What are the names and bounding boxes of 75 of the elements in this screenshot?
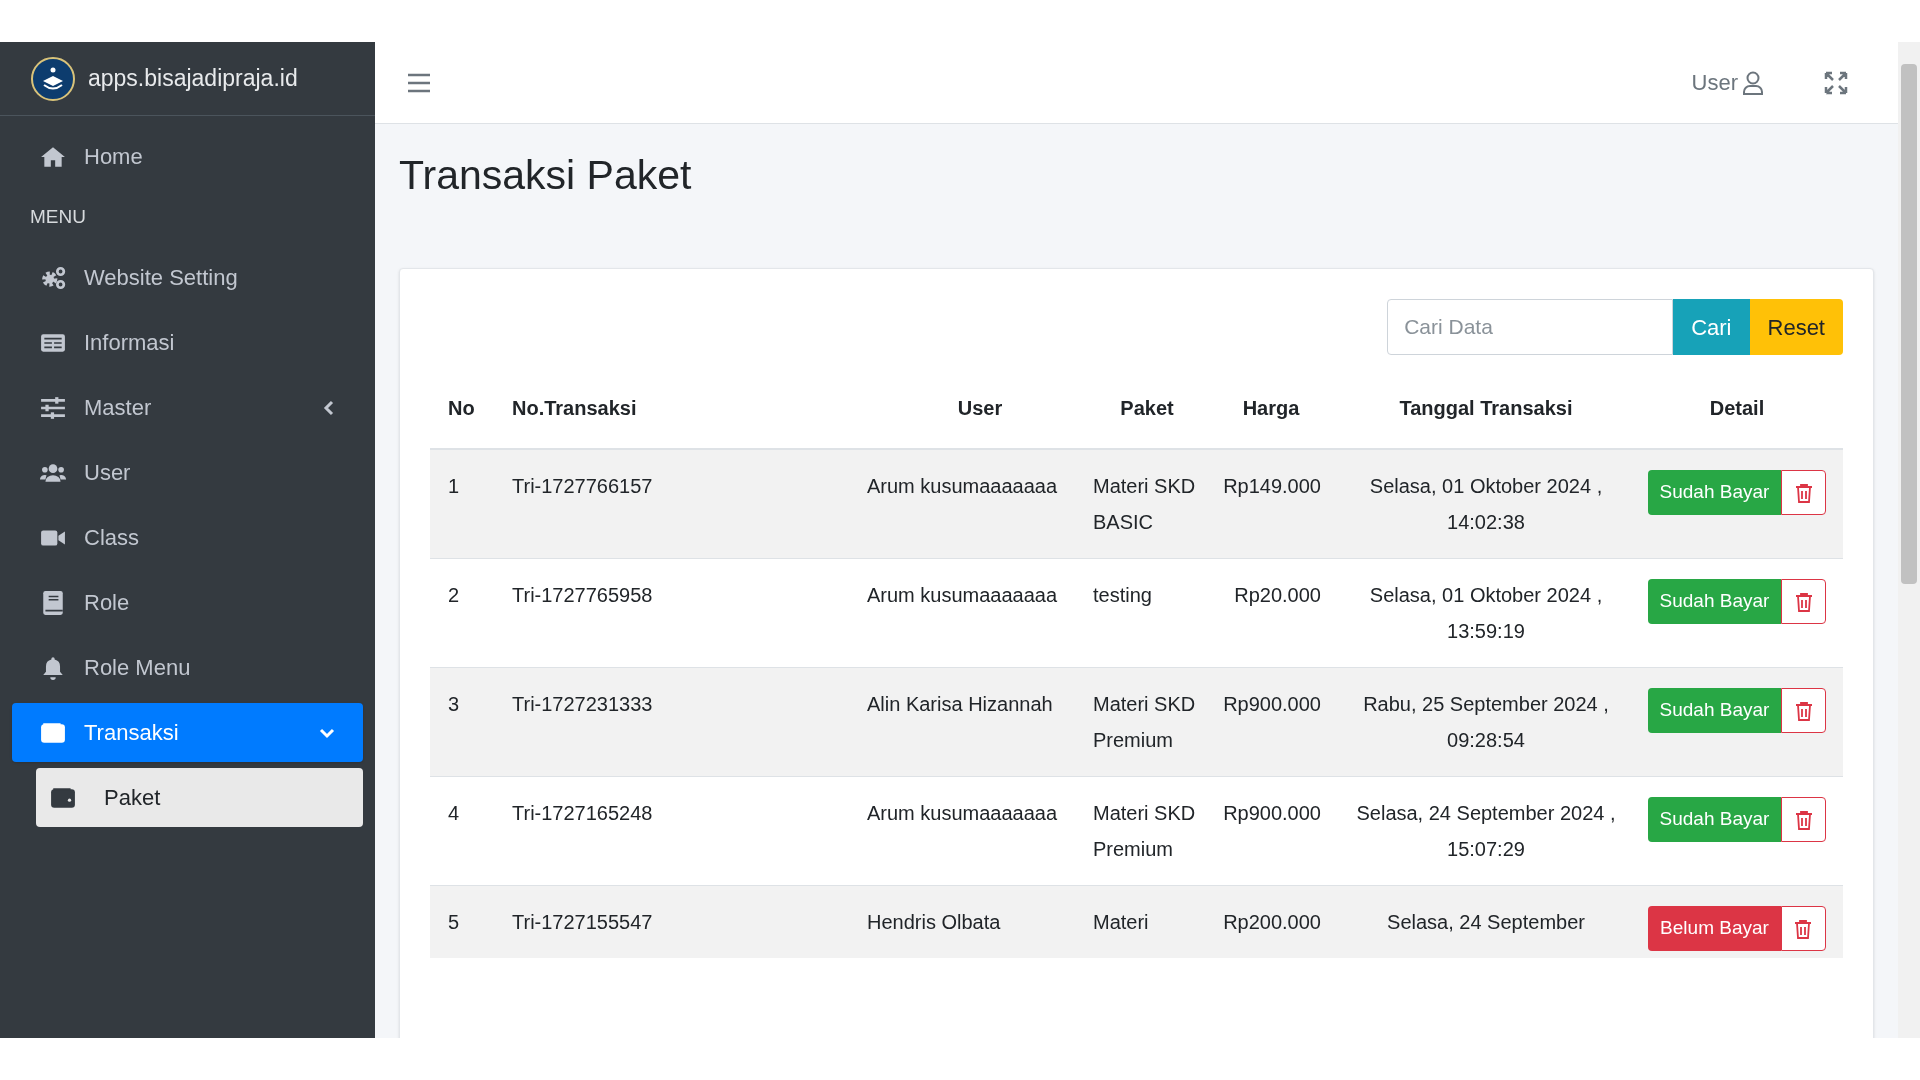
table-cell: Rp900.000 xyxy=(1223,802,1321,824)
table-cell: Selasa, 24 September 2024 , 15:07:29 xyxy=(1356,802,1616,860)
table-cell: Hendris Olbata xyxy=(867,911,1001,933)
table-cell: Rabu, 25 September 2024 , 09:28:54 xyxy=(1363,693,1609,751)
table-cell: Tri-1727155547 xyxy=(512,911,653,933)
table-cell: 4 xyxy=(448,802,460,824)
user-menu[interactable]: User xyxy=(1691,66,1738,99)
sidebar-item[interactable]: Website Setting xyxy=(12,248,363,307)
table-cell: 5 xyxy=(448,911,460,933)
table-cell: Rp200.000 xyxy=(1223,911,1321,933)
table-cell: Selasa, 01 Oktober 2024 , 14:02:38 xyxy=(1369,475,1603,533)
table-cell: Materi SKD BASIC xyxy=(1093,475,1196,533)
gears-icon xyxy=(40,264,66,291)
delete-button[interactable] xyxy=(1781,579,1827,624)
table-cell: Materi SKD Premium xyxy=(1093,693,1196,751)
sidebar-item[interactable]: Role Menu xyxy=(12,638,363,697)
table-cell: 1 xyxy=(448,475,460,497)
sidebar-item[interactable]: Role xyxy=(12,573,363,632)
fullscreen-icon[interactable] xyxy=(1824,70,1848,95)
table-cell: Tri-1727765958 xyxy=(512,584,653,606)
table-cell: Rp900.000 xyxy=(1223,693,1321,715)
table-cell: Tri-1727231333 xyxy=(512,693,653,715)
sidebar-item[interactable]: User xyxy=(12,443,363,502)
delete-button[interactable] xyxy=(1781,797,1827,842)
scrollbar[interactable] xyxy=(1898,42,1920,1038)
delete-button[interactable] xyxy=(1781,470,1827,515)
table-cell: 3 xyxy=(448,693,460,715)
trash-icon xyxy=(1794,482,1813,503)
column-header: User xyxy=(867,367,1093,449)
chevron-left-icon xyxy=(323,399,335,416)
chevron-down-icon xyxy=(319,726,335,739)
scrollbar-thumb[interactable] xyxy=(1901,64,1917,584)
trash-icon xyxy=(1794,918,1813,939)
trash-icon xyxy=(1794,591,1813,612)
delete-button[interactable] xyxy=(1780,906,1826,951)
trash-icon xyxy=(1794,809,1813,830)
table-cell: Rp20.000 xyxy=(1234,584,1321,606)
sidebar-item[interactable]: Transaksi xyxy=(12,703,363,762)
search-field[interactable]: Cari Data xyxy=(1387,299,1674,355)
table-cell: Arum kusumaaaaaaa xyxy=(867,584,1058,606)
page-title: Transaksi Paket xyxy=(399,151,693,200)
table-cell: Tri-1727766157 xyxy=(512,475,653,497)
section-header: MENU xyxy=(30,204,86,229)
table-cell: Selasa, 24 September xyxy=(1387,911,1585,933)
column-header: Paket xyxy=(1093,367,1201,449)
table-cell: Alin Karisa Hizannah xyxy=(867,693,1053,715)
table-cell: testing xyxy=(1093,584,1152,606)
column-header: Detail xyxy=(1631,367,1843,449)
sidebar-subitem[interactable]: Paket xyxy=(36,768,363,827)
column-header: No.Transaksi xyxy=(512,367,867,449)
column-header: Harga xyxy=(1201,367,1341,449)
reset-button[interactable]: Reset xyxy=(1749,299,1843,355)
table-cell: Arum kusumaaaaaaa xyxy=(867,802,1058,824)
menu-icon[interactable] xyxy=(407,72,431,93)
book-icon xyxy=(40,589,66,616)
column-header: No xyxy=(430,367,512,449)
table-cell: Materi xyxy=(1093,911,1149,933)
table-cell: 2 xyxy=(448,584,460,606)
brand-title[interactable]: apps.bisajadipraja.id xyxy=(88,61,298,96)
trash-icon xyxy=(1794,700,1813,721)
column-header: Tanggal Transaksi xyxy=(1341,367,1631,449)
table-cell: Selasa, 01 Oktober 2024 , 13:59:19 xyxy=(1369,584,1603,642)
table-cell: Materi SKD Premium xyxy=(1093,802,1196,860)
sliders-icon xyxy=(40,394,66,421)
sidebar-item[interactable]: Master xyxy=(12,378,363,437)
user-icon[interactable] xyxy=(1742,70,1764,95)
delete-button[interactable] xyxy=(1781,688,1827,733)
unpaid-status-button[interactable]: Belum Bayar xyxy=(1648,906,1781,951)
table-cell: Rp149.000 xyxy=(1223,475,1321,497)
sidebar-item[interactable]: Home xyxy=(12,127,363,186)
table-cell: Arum kusumaaaaaaa xyxy=(867,475,1058,497)
sidebar-item[interactable]: Informasi xyxy=(12,313,363,372)
sidebar-item[interactable]: Class xyxy=(12,508,363,567)
logo-icon xyxy=(30,55,76,102)
table-cell: Tri-1727165248 xyxy=(512,802,653,824)
